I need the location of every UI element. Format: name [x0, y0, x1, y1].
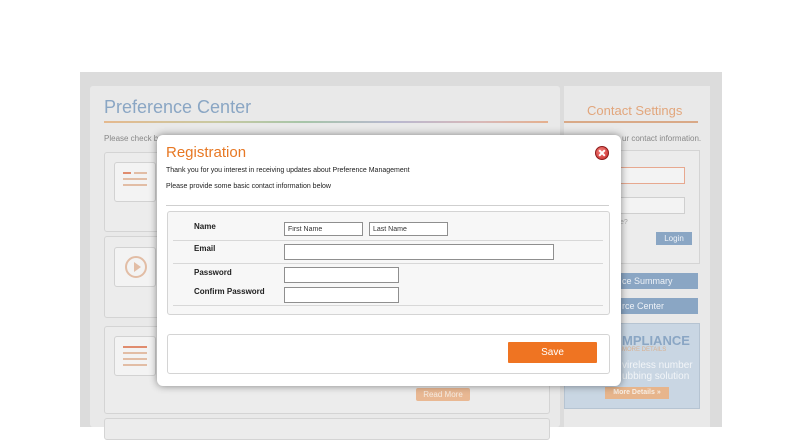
first-name-input[interactable] [284, 222, 363, 236]
close-icon[interactable] [595, 146, 609, 160]
video-icon [114, 247, 156, 287]
login-username-field[interactable] [620, 167, 685, 184]
ad-subtitle: MORE DETAILS [622, 347, 667, 353]
email-label: Email [194, 244, 216, 253]
confirm-password-label: Confirm Password [194, 287, 265, 296]
registration-form: Name Email Password Confirm Password [167, 211, 610, 315]
document-icon [114, 336, 156, 376]
divider [173, 263, 603, 264]
action-bar: Save [167, 334, 610, 374]
password-field[interactable] [284, 267, 399, 283]
intro-text: Please check ba [104, 134, 163, 143]
password-label: Password [194, 268, 232, 277]
forgot-password-link[interactable]: e? [620, 219, 628, 226]
registration-modal: Registration Thank you for you interest … [157, 135, 621, 386]
save-button[interactable]: Save [508, 342, 597, 363]
ad-more-details-button[interactable]: More Details » [605, 387, 669, 399]
login-password-field[interactable] [620, 197, 685, 214]
preference-card [104, 418, 550, 440]
divider [173, 240, 603, 241]
login-button[interactable]: Login [656, 232, 692, 245]
ad-line: vireless number [622, 360, 693, 371]
divider [166, 205, 609, 206]
page-title: Preference Center [104, 97, 252, 117]
modal-title: Registration [166, 144, 247, 161]
name-label: Name [194, 222, 216, 231]
contact-intro-text: ur contact information. [622, 134, 702, 143]
title-rule [104, 121, 548, 123]
ad-line: ubbing solution [622, 371, 690, 382]
divider [173, 305, 603, 306]
newsletter-icon [114, 162, 156, 202]
confirm-password-field[interactable] [284, 287, 399, 303]
email-field[interactable] [284, 244, 554, 260]
read-more-button[interactable]: Read More [416, 388, 470, 401]
contact-rule [564, 121, 698, 123]
last-name-input[interactable] [369, 222, 448, 236]
modal-instruction-text: Please provide some basic contact inform… [166, 183, 331, 190]
contact-settings-title: Contact Settings [587, 103, 683, 118]
ad-title: MPLIANCE [622, 333, 690, 348]
modal-intro-text: Thank you for you interest in receiving … [166, 167, 410, 174]
